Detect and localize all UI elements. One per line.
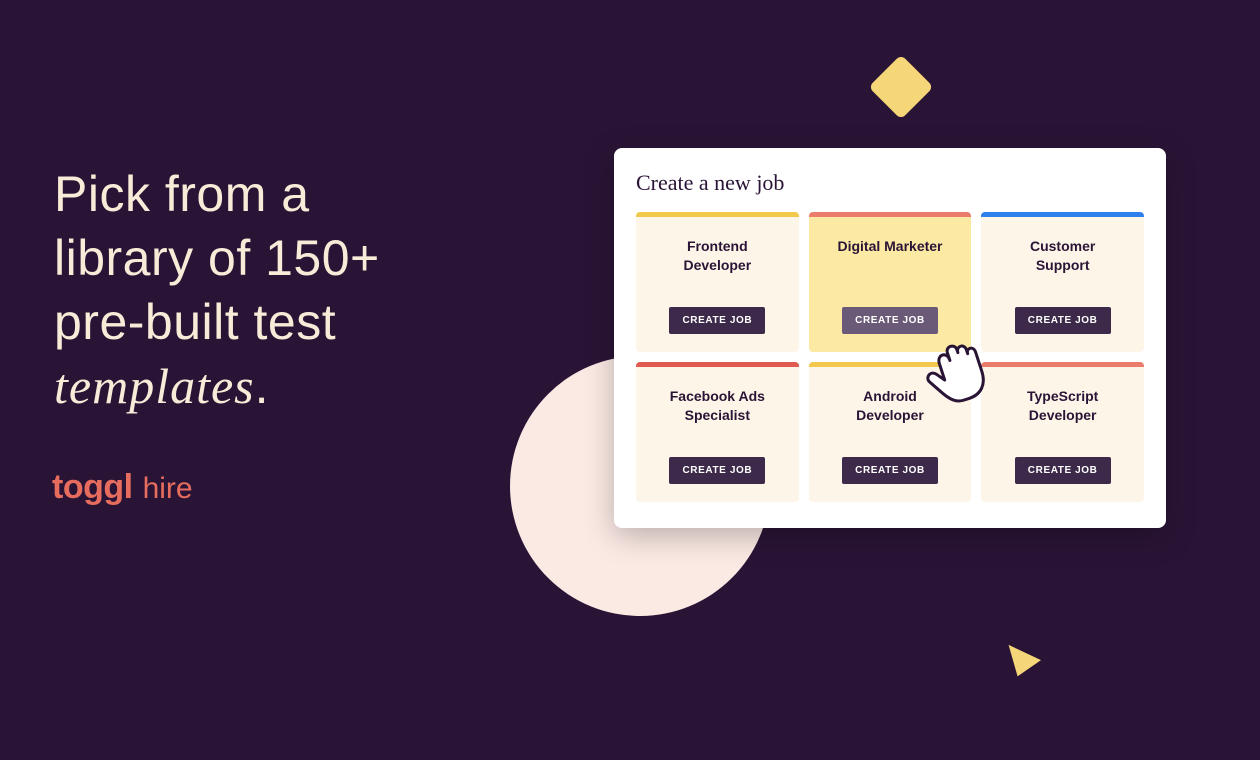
job-template-card[interactable]: Frontend Developer CREATE JOB xyxy=(636,212,799,352)
create-job-button[interactable]: CREATE JOB xyxy=(1015,457,1111,484)
job-template-card[interactable]: Facebook Ads Specialist CREATE JOB xyxy=(636,362,799,502)
job-template-card[interactable]: Android Developer CREATE JOB xyxy=(809,362,972,502)
job-template-title: Android Developer xyxy=(856,387,924,425)
create-job-panel: Create a new job Frontend Developer CREAT… xyxy=(614,148,1166,528)
decoration-diamond xyxy=(868,54,933,119)
create-job-button[interactable]: CREATE JOB xyxy=(669,457,765,484)
headline-line-3: pre-built test xyxy=(54,294,336,350)
logo-toggl-text: toggl xyxy=(52,468,133,507)
create-job-button[interactable]: CREATE JOB xyxy=(669,307,765,334)
job-template-title: TypeScript Developer xyxy=(1027,387,1098,425)
job-template-grid: Frontend DeveloperCREATE JOBDigital Mark… xyxy=(636,212,1144,502)
job-template-title: Customer Support xyxy=(1030,237,1095,275)
panel-title: Create a new job xyxy=(636,170,1144,196)
headline-line-2: library of 150+ xyxy=(54,230,380,286)
headline-line-4-italic: templates xyxy=(54,358,255,414)
job-template-title: Frontend Developer xyxy=(683,237,751,275)
logo-hire-text: hire xyxy=(143,472,193,506)
brand-logo: toggl hire xyxy=(52,468,193,507)
create-job-button[interactable]: CREATE JOB xyxy=(842,307,938,334)
job-template-title: Facebook Ads Specialist xyxy=(670,387,765,425)
headline-line-4-tail: . xyxy=(255,358,269,414)
job-template-card[interactable]: Digital Marketer CREATE JOB xyxy=(809,212,972,352)
job-template-card[interactable]: Customer Support CREATE JOB xyxy=(981,212,1144,352)
create-job-button[interactable]: CREATE JOB xyxy=(842,457,938,484)
job-template-card[interactable]: TypeScript Developer CREATE JOB xyxy=(981,362,1144,502)
headline: Pick from a library of 150+ pre-built te… xyxy=(54,162,574,418)
headline-line-1: Pick from a xyxy=(54,166,310,222)
create-job-button[interactable]: CREATE JOB xyxy=(1015,307,1111,334)
job-template-title: Digital Marketer xyxy=(837,237,942,256)
